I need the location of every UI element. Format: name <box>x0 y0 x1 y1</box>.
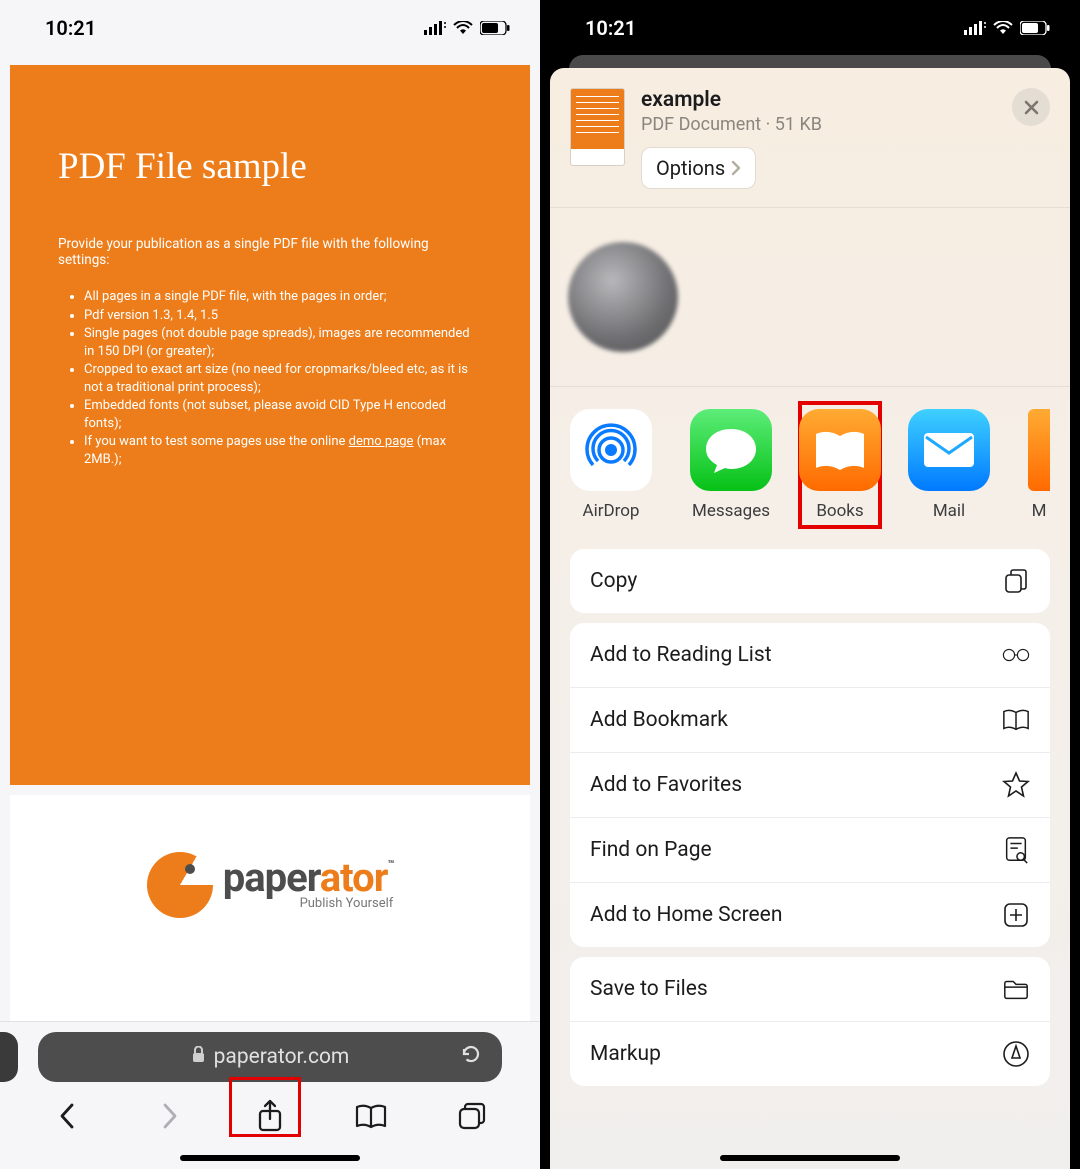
app-more[interactable]: M <box>1028 409 1050 521</box>
action-label: Add to Favorites <box>590 773 742 797</box>
back-button[interactable] <box>47 1095 89 1137</box>
app-mail[interactable]: Mail <box>908 409 990 521</box>
action-label: Find on Page <box>590 838 712 862</box>
plus-square-icon <box>1002 901 1030 929</box>
action-label: Add Bookmark <box>590 708 728 732</box>
app-airdrop[interactable]: AirDrop <box>570 409 652 521</box>
paperator-logo: paperator™ Publish Yourself <box>147 852 394 918</box>
airdrop-icon <box>570 409 652 491</box>
action-add-favorites[interactable]: Add to Favorites <box>570 752 1050 817</box>
safari-chrome: paperator.com <box>0 1021 540 1169</box>
action-label: Save to Files <box>590 977 708 1001</box>
file-meta: PDF Document · 51 KB <box>641 114 996 135</box>
folder-icon <box>1002 975 1030 1003</box>
reload-icon[interactable] <box>460 1043 482 1071</box>
pdf-bullet: Single pages (not double page spreads), … <box>84 325 482 360</box>
contacts-row[interactable] <box>550 207 1070 387</box>
paperator-icon <box>147 852 213 918</box>
cellular-icon <box>424 21 446 35</box>
pdf-bullets: All pages in a single PDF file, with the… <box>58 288 482 468</box>
app-label: Mail <box>933 501 965 521</box>
cellular-icon <box>964 21 986 35</box>
share-sheet: example PDF Document · 51 KB Options Air… <box>550 68 1070 1169</box>
pdf-viewport[interactable]: PDF File sample Provide your publication… <box>0 55 540 1021</box>
mail-icon <box>908 409 990 491</box>
books-icon <box>799 409 881 491</box>
highlight-share <box>229 1077 301 1137</box>
battery-icon <box>480 21 510 35</box>
pdf-logo-strip: paperator™ Publish Yourself <box>10 795 530 975</box>
home-indicator[interactable] <box>720 1155 900 1161</box>
more-app-icon <box>1028 409 1050 491</box>
app-books-highlighted[interactable]: Books <box>798 401 882 529</box>
status-icons <box>424 21 510 35</box>
bookmarks-button[interactable] <box>350 1095 392 1137</box>
paperator-wordmark: paperator™ <box>223 860 394 896</box>
status-time: 10:21 <box>45 16 96 40</box>
action-group-copy: Copy <box>570 549 1050 613</box>
status-icons <box>964 21 1050 35</box>
apps-row[interactable]: AirDrop Messages Books Mail <box>550 387 1070 539</box>
book-icon <box>1002 706 1030 734</box>
app-label: Messages <box>692 501 770 521</box>
pdf-bullet: Pdf version 1.3, 1.4, 1.5 <box>84 307 482 325</box>
action-label: Add to Reading List <box>590 643 772 667</box>
url-text: paperator.com <box>214 1045 350 1069</box>
action-group-main: Add to Reading List Add Bookmark Add to … <box>570 623 1050 947</box>
close-button[interactable] <box>1012 88 1050 126</box>
app-messages[interactable]: Messages <box>690 409 772 521</box>
pdf-bullet: All pages in a single PDF file, with the… <box>84 288 482 306</box>
pdf-bullet: Embedded fonts (not subset, please avoid… <box>84 397 482 432</box>
status-bar: 10:21 <box>540 0 1080 55</box>
action-copy[interactable]: Copy <box>570 549 1050 613</box>
pdf-bullet: Cropped to exact art size (no need for c… <box>84 361 482 396</box>
options-button[interactable]: Options <box>641 147 756 189</box>
phone-safari: 10:21 PDF File sample Provide your publi… <box>0 0 540 1169</box>
battery-icon <box>1020 21 1050 35</box>
file-thumbnail <box>570 88 625 166</box>
options-label: Options <box>656 156 725 180</box>
action-find-on-page[interactable]: Find on Page <box>570 817 1050 882</box>
action-add-home-screen[interactable]: Add to Home Screen <box>570 882 1050 947</box>
app-label: M <box>1032 501 1047 521</box>
wifi-icon <box>453 21 473 35</box>
action-label: Add to Home Screen <box>590 903 782 927</box>
pdf-page-next <box>10 975 530 1021</box>
action-label: Markup <box>590 1042 661 1066</box>
pdf-page: PDF File sample Provide your publication… <box>10 65 530 785</box>
star-icon <box>1002 771 1030 799</box>
action-markup[interactable]: Markup <box>570 1021 1050 1086</box>
close-icon <box>1024 100 1039 115</box>
chevron-right-icon <box>731 160 741 176</box>
action-save-files[interactable]: Save to Files <box>570 957 1050 1021</box>
action-group-files: Save to Files Markup <box>570 957 1050 1086</box>
action-reading-list[interactable]: Add to Reading List <box>570 623 1050 687</box>
status-bar: 10:21 <box>0 0 540 55</box>
file-name: example <box>641 88 996 112</box>
tab-sliver[interactable] <box>0 1032 18 1082</box>
action-label: Copy <box>590 569 637 593</box>
home-indicator[interactable] <box>180 1155 360 1161</box>
app-label: Books <box>816 501 863 521</box>
glasses-icon <box>1002 641 1030 669</box>
action-add-bookmark[interactable]: Add Bookmark <box>570 687 1050 752</box>
demo-page-link: demo page <box>349 434 414 449</box>
lock-icon <box>191 1046 206 1068</box>
messages-icon <box>690 409 772 491</box>
copy-icon <box>1002 567 1030 595</box>
pdf-subtitle: Provide your publication as a single PDF… <box>58 236 482 268</box>
tabs-button[interactable] <box>451 1095 493 1137</box>
forward-button <box>148 1095 190 1137</box>
app-label: AirDrop <box>583 501 640 521</box>
pdf-bullet: If you want to test some pages use the o… <box>84 433 482 468</box>
find-icon <box>1002 836 1030 864</box>
wifi-icon <box>993 21 1013 35</box>
markup-icon <box>1002 1040 1030 1068</box>
phone-share-sheet: 10:21 example PDF Document · 51 KB Optio… <box>540 0 1080 1169</box>
pdf-title: PDF File sample <box>58 145 482 188</box>
status-time: 10:21 <box>585 16 636 40</box>
url-bar[interactable]: paperator.com <box>38 1032 502 1082</box>
contact-avatar[interactable] <box>568 242 678 352</box>
sheet-header: example PDF Document · 51 KB Options <box>550 68 1070 207</box>
